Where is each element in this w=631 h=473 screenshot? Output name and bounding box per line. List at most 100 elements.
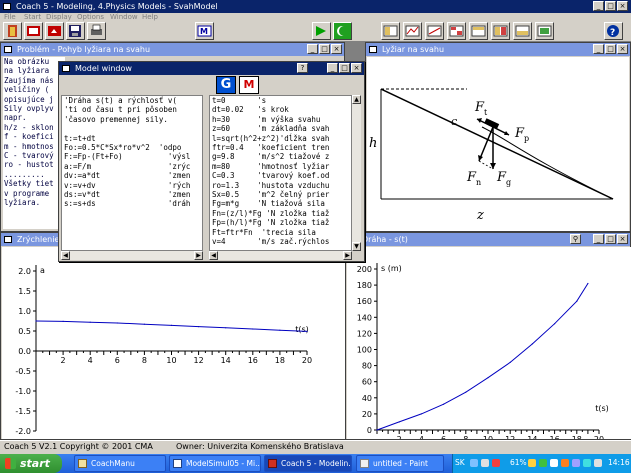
open-button[interactable]: [45, 22, 64, 40]
window-layout-6-button[interactable]: [491, 22, 510, 40]
model-equation-line: 'časovo premennej sily.: [64, 114, 168, 124]
new-button[interactable]: [24, 22, 43, 40]
model-help-button[interactable]: ?: [297, 63, 308, 73]
problem-minimize-button[interactable]: _: [307, 44, 318, 54]
problem-maximize-button[interactable]: □: [319, 44, 330, 54]
x-tick-label: 4: [419, 435, 424, 439]
taskbar-item-coach5[interactable]: Coach 5 - Modelin...: [264, 455, 352, 472]
model-minimize-button[interactable]: _: [327, 63, 338, 73]
x-tick-label: 20: [594, 435, 604, 439]
window-layout-5-button[interactable]: [469, 22, 488, 40]
model-value-line: t=0 's: [212, 96, 267, 105]
path-zoom-button[interactable]: ⚲: [570, 234, 581, 244]
model-equations-pane[interactable]: 'Dráha s(t) a rýchlosť v('ti od času t p…: [61, 95, 203, 251]
model-right-hscrollbar[interactable]: ◀ ▶: [209, 251, 352, 260]
model-title: Model window: [75, 64, 132, 73]
taskbar-item-coachmanu[interactable]: CoachManu: [74, 455, 166, 472]
model-right-scrollbar[interactable]: ▲ ▼: [352, 95, 361, 251]
tray-app-icon-7[interactable]: [594, 459, 602, 467]
start-button[interactable]: start: [0, 454, 62, 473]
tray-volume-icon[interactable]: [481, 459, 489, 467]
model-button[interactable]: M: [195, 22, 214, 40]
model-right-scroll-left[interactable]: ◀: [209, 251, 218, 260]
tray-battery[interactable]: 61%: [510, 458, 527, 467]
window-layout-4-button[interactable]: [447, 22, 466, 40]
window-layout-3-button[interactable]: [425, 22, 444, 40]
taskbar-item-label: Coach 5 - Modelin...: [281, 459, 352, 468]
label-fg-sub: g: [506, 178, 511, 187]
tray-app-icon-5[interactable]: [572, 459, 580, 467]
taskbar-item-modelsimul[interactable]: ModelSimul05 - Mi...: [169, 455, 261, 472]
x-tick-label: 2: [397, 435, 402, 439]
y-tick-label: 0.5: [18, 327, 31, 336]
app-minimize-button[interactable]: _: [593, 1, 604, 11]
diagram-minimize-button[interactable]: _: [593, 44, 604, 54]
tray-app-icon-4[interactable]: [561, 459, 569, 467]
tray-language[interactable]: SK: [455, 458, 465, 467]
model-value-line: z=60 'm základňa svah: [212, 124, 330, 134]
path-minimize-button[interactable]: _: [593, 234, 604, 244]
data-point: [487, 377, 489, 379]
app-title: Coach 5 - Modeling, 4.Physics Models - S…: [16, 2, 218, 11]
model-right-scroll-up[interactable]: ▲: [352, 95, 361, 104]
y-tick-label: 100: [357, 346, 372, 355]
tray-app-icon-2[interactable]: [539, 459, 547, 467]
model-value-line: g=9.8 'm/s^2 tiažové z: [212, 152, 330, 162]
exit-door-button[interactable]: [3, 22, 22, 40]
model-right-scroll-right[interactable]: ▶: [343, 251, 352, 260]
y-tick-label: -0.5: [15, 367, 31, 376]
model-maximize-button[interactable]: □: [339, 63, 350, 73]
windows-logo-icon: [5, 458, 16, 469]
help-button[interactable]: ?: [604, 22, 623, 40]
problem-text-line: h/z - sklon: [4, 122, 54, 132]
print-button[interactable]: [87, 22, 106, 40]
run-button[interactable]: [312, 22, 331, 40]
y-tick-label: 60: [362, 378, 372, 387]
model-left-scroll-right[interactable]: ▶: [194, 251, 203, 260]
tray-security-icon[interactable]: [492, 459, 500, 467]
data-point: [279, 329, 281, 331]
model-close-button[interactable]: ×: [351, 63, 362, 73]
model-right-scroll-down[interactable]: ▼: [352, 242, 361, 251]
diagram-close-button[interactable]: ×: [617, 44, 628, 54]
y-tick-label: -1.0: [15, 387, 31, 396]
model-value-line: ro=1.3 'hustota vzduchu: [212, 180, 330, 190]
window-layout-2-button[interactable]: [403, 22, 422, 40]
app-close-button[interactable]: ×: [617, 1, 628, 11]
path-window: Dráha - s(t) ⚲ _ □ × 0 20 40 60 80 100 120 140 1…: [345, 232, 631, 440]
y-tick-label: 180: [357, 281, 372, 290]
x-tick-label: 20: [302, 356, 312, 365]
x-tick-label: 10: [483, 435, 493, 439]
stop-button[interactable]: [333, 22, 352, 40]
model-left-scroll-left[interactable]: ◀: [61, 251, 70, 260]
path-maximize-button[interactable]: □: [605, 234, 616, 244]
model-mode-button[interactable]: M: [239, 76, 259, 94]
model-value-line: m=80 'hmotnosť lyžiar: [212, 161, 330, 171]
model-value-line: dt=0.02 's krok: [212, 105, 289, 115]
problem-text-line: opisujúce j: [4, 94, 54, 104]
data-point: [554, 323, 556, 325]
window-layout-7-button[interactable]: [513, 22, 532, 40]
tray-app-icon-6[interactable]: [583, 459, 591, 467]
problem-close-button[interactable]: ×: [331, 44, 342, 54]
window-layout-8-button[interactable]: [535, 22, 554, 40]
graph-mode-button[interactable]: G: [216, 76, 236, 94]
path-close-button[interactable]: ×: [617, 234, 628, 244]
problem-title: Problém - Pohyb lyžiara na svahu: [17, 45, 151, 54]
model-initial-values-pane[interactable]: t=0 's dt=0.02 's krok h=30 'm výška svahu…: [209, 95, 352, 251]
diagram-maximize-button[interactable]: □: [605, 44, 616, 54]
taskbar-item-paint[interactable]: untitled - Paint: [356, 455, 444, 472]
tray-app-icon-1[interactable]: [528, 459, 536, 467]
app-maximize-button[interactable]: □: [605, 1, 616, 11]
problem-text-line: f - koefici: [4, 132, 54, 142]
window-layout-1-button[interactable]: [381, 22, 400, 40]
problem-text-line: veličiny (: [4, 85, 50, 95]
model-left-scrollbar[interactable]: ◀ ▶: [61, 251, 203, 260]
tray-app-icon-3[interactable]: [550, 459, 558, 467]
tray-network-icon[interactable]: [470, 459, 478, 467]
save-button[interactable]: [66, 22, 85, 40]
x-tick-label: 4: [88, 356, 93, 365]
model-value-line: Ft=ftr*Fn 'trecia sila: [212, 227, 316, 237]
data-point: [465, 391, 467, 393]
data-point: [198, 326, 200, 328]
